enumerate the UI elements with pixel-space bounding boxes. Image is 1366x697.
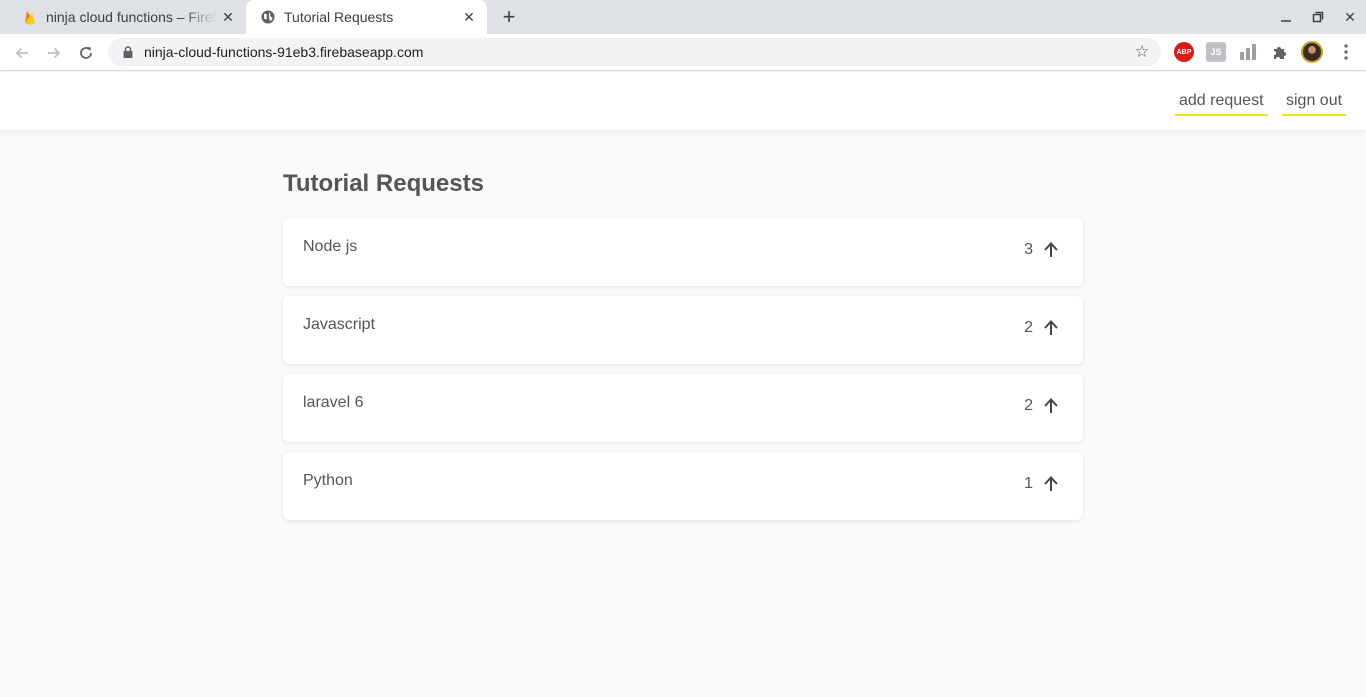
request-votes: 2 <box>1024 396 1061 416</box>
bookmark-star-icon[interactable]: ☆ <box>1131 42 1153 62</box>
arrow-upward-icon[interactable] <box>1041 318 1061 338</box>
vote-count: 2 <box>1024 319 1033 336</box>
tab-firebase[interactable]: ninja cloud functions – Firebase ✕ <box>8 0 246 34</box>
request-card: Javascript 2 <box>283 296 1083 364</box>
main-content: Tutorial Requests Node js 3 Javascript 2… <box>283 170 1083 530</box>
arrow-upward-icon[interactable] <box>1041 396 1061 416</box>
request-votes: 2 <box>1024 318 1061 338</box>
lock-icon[interactable] <box>122 45 134 59</box>
menu-dots-icon[interactable] <box>1336 42 1356 62</box>
analytics-extension-icon[interactable] <box>1238 42 1258 62</box>
forward-icon[interactable] <box>41 40 67 66</box>
request-votes: 3 <box>1024 240 1061 260</box>
vote-count: 1 <box>1024 475 1033 492</box>
add-request-link[interactable]: add request <box>1175 92 1268 116</box>
tab-tutorial-requests[interactable]: Tutorial Requests ✕ <box>246 0 487 34</box>
browser-toolbar: ninja-cloud-functions-91eb3.firebaseapp.… <box>0 34 1366 71</box>
page-title: Tutorial Requests <box>283 170 484 197</box>
firebase-icon <box>22 9 38 25</box>
reload-icon[interactable] <box>73 40 99 66</box>
request-text: laravel 6 <box>303 394 364 411</box>
request-text: Node js <box>303 238 358 255</box>
close-icon[interactable]: ✕ <box>216 5 240 29</box>
new-tab-icon[interactable]: + <box>497 4 521 29</box>
tab-title: ninja cloud functions – Firebase <box>46 9 216 25</box>
request-votes: 1 <box>1024 474 1061 494</box>
request-card: laravel 6 2 <box>283 374 1083 442</box>
tab-title: Tutorial Requests <box>284 9 394 25</box>
adblock-plus-icon[interactable]: ABP <box>1174 42 1194 62</box>
request-text: Python <box>303 472 353 489</box>
arrow-upward-icon[interactable] <box>1041 474 1061 494</box>
url-text: ninja-cloud-functions-91eb3.firebaseapp.… <box>144 44 424 60</box>
arrow-upward-icon[interactable] <box>1041 240 1061 260</box>
js-extension-icon[interactable]: JS <box>1206 42 1226 62</box>
vote-count: 3 <box>1024 241 1033 258</box>
browser-tab-strip: ninja cloud functions – Firebase ✕ Tutor… <box>0 0 1366 34</box>
address-bar[interactable]: ninja-cloud-functions-91eb3.firebaseapp.… <box>108 38 1161 66</box>
request-text: Javascript <box>303 316 376 333</box>
minimize-icon[interactable] <box>1270 0 1302 34</box>
back-icon[interactable] <box>9 40 35 66</box>
request-card: Python 1 <box>283 452 1083 520</box>
vote-count: 2 <box>1024 397 1033 414</box>
sign-out-link[interactable]: sign out <box>1282 92 1347 116</box>
globe-icon <box>260 9 276 25</box>
profile-avatar[interactable] <box>1301 41 1323 63</box>
close-window-icon[interactable]: ✕ <box>1334 0 1366 34</box>
close-icon[interactable]: ✕ <box>457 5 481 29</box>
app-navbar: add request sign out <box>0 72 1366 130</box>
restore-icon[interactable] <box>1302 0 1334 34</box>
request-card: Node js 3 <box>283 218 1083 286</box>
extensions-puzzle-icon[interactable] <box>1270 42 1290 62</box>
window-controls: ✕ <box>1270 0 1366 34</box>
request-list: Node js 3 Javascript 2 laravel 6 2 Pytho… <box>283 218 1083 520</box>
